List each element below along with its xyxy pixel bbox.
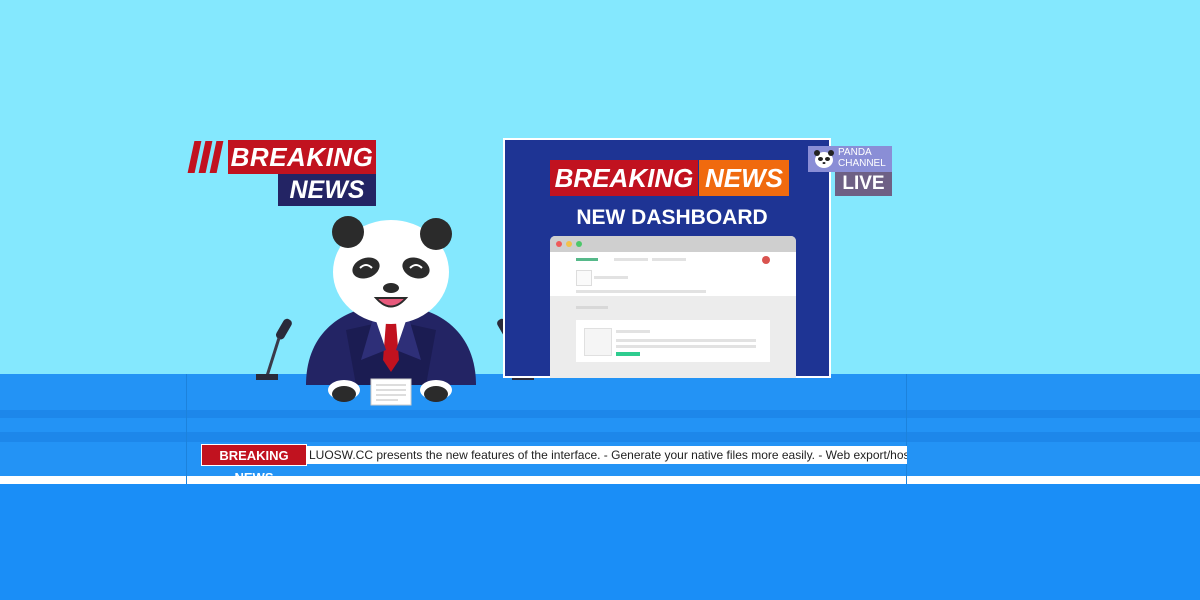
desk-edge bbox=[906, 374, 907, 484]
nav-placeholder bbox=[614, 258, 648, 261]
dashboard-preview bbox=[550, 236, 796, 378]
document-icon bbox=[370, 378, 412, 406]
text-placeholder bbox=[616, 345, 756, 348]
text-placeholder bbox=[616, 339, 756, 342]
app-logo bbox=[576, 258, 598, 261]
panda-logo-icon bbox=[814, 150, 834, 168]
screen-breaking-label: BREAKING bbox=[550, 160, 698, 196]
news-label: NEWS bbox=[278, 174, 376, 206]
browser-titlebar bbox=[550, 236, 796, 252]
breaking-bars-icon bbox=[187, 141, 225, 173]
text-placeholder bbox=[616, 330, 650, 333]
dashboard-header bbox=[550, 252, 796, 296]
desk-stripe bbox=[0, 410, 1200, 418]
live-badge: LIVE bbox=[835, 172, 892, 196]
news-desk bbox=[0, 374, 1200, 410]
desk-divider bbox=[0, 476, 1200, 484]
section-placeholder bbox=[576, 306, 608, 309]
file-thumbnail-icon bbox=[584, 328, 612, 356]
close-dot-icon bbox=[556, 241, 562, 247]
desk-panel bbox=[0, 418, 1200, 432]
ticker-text: LUOSW.CC presents the new features of th… bbox=[309, 448, 907, 462]
tabs-placeholder bbox=[576, 290, 706, 293]
channel-name: PANDA CHANNEL bbox=[838, 147, 886, 169]
maximize-dot-icon bbox=[576, 241, 582, 247]
nav-placeholder bbox=[652, 258, 686, 261]
action-button bbox=[616, 352, 640, 356]
avatar-icon bbox=[762, 256, 770, 264]
content-card bbox=[576, 320, 770, 362]
ticker-label: BREAKING NEWS bbox=[201, 444, 307, 485]
desk-edge bbox=[186, 374, 187, 484]
text-placeholder bbox=[594, 276, 628, 279]
breaking-label: BREAKING bbox=[228, 140, 376, 174]
placeholder-icon bbox=[576, 270, 592, 286]
minimize-dot-icon bbox=[566, 241, 572, 247]
screen-news-label: NEWS bbox=[699, 160, 789, 196]
desk-stripe bbox=[0, 432, 1200, 442]
screen-subtitle: NEW DASHBOARD bbox=[576, 206, 768, 229]
desk-front bbox=[0, 484, 1200, 600]
